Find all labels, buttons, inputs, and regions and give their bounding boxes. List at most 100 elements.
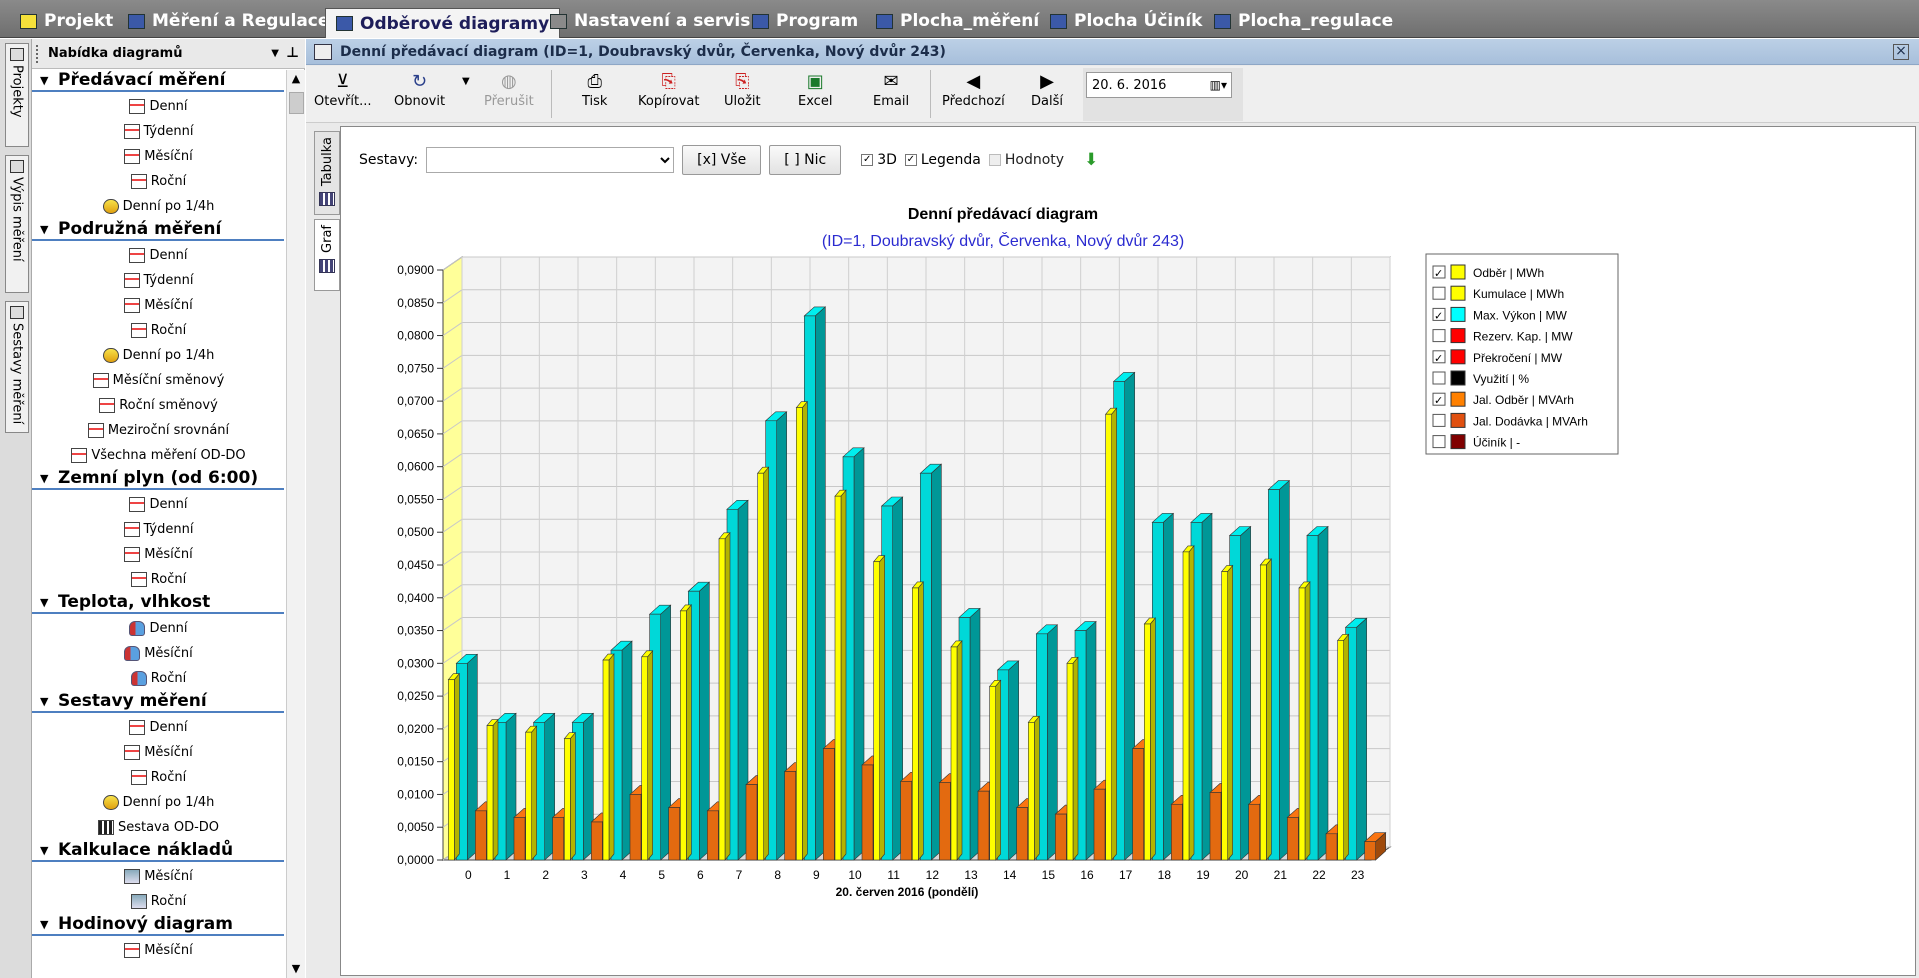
checkbox-values-box[interactable]	[988, 154, 1001, 166]
tree-item[interactable]: Roční	[32, 318, 285, 343]
collapse-icon[interactable]: ▼	[40, 223, 58, 236]
tree-item[interactable]: Roční	[32, 169, 285, 194]
tree-item[interactable]: Denní	[32, 94, 285, 119]
tree-item[interactable]: Měsíční	[32, 938, 285, 963]
tree-item[interactable]: Denní	[32, 492, 285, 517]
tree-group[interactable]: ▼ Hodinový diagram	[32, 914, 284, 936]
collapse-icon[interactable]: ▼	[40, 472, 58, 485]
copy-button[interactable]: ⎘ Kopírovat	[638, 70, 699, 109]
panel-scrollbar[interactable]: ▲ ▼	[286, 70, 305, 978]
tree-item[interactable]: Měsíční	[32, 144, 285, 169]
excel-button[interactable]: ▣ Excel	[798, 70, 832, 109]
scroll-down-icon[interactable]: ▼	[287, 960, 305, 978]
stop-button[interactable]: ◍ Přerušit	[484, 70, 534, 109]
select-all-button[interactable]: [x] Vše	[682, 145, 762, 175]
tree-group[interactable]: ▼ Podružná měření	[32, 219, 284, 241]
top-tab-6[interactable]: Plocha Účiník	[1040, 6, 1212, 36]
tree-group[interactable]: ▼ Sestavy měření	[32, 691, 284, 713]
tree-item[interactable]: Roční	[32, 889, 285, 914]
tab-sestavy-mereni[interactable]: Sestavy měření	[5, 301, 29, 433]
tab-vypis-mereni[interactable]: Výpis měření	[5, 155, 29, 293]
save-button[interactable]: ⎘ Uložit	[724, 70, 761, 109]
top-tab-1[interactable]: Měření a Regulace	[118, 6, 339, 36]
tab-projekty[interactable]: Projekty	[5, 43, 29, 147]
grip-icon[interactable]	[36, 44, 44, 63]
tree-item[interactable]: Roční směnový	[32, 393, 285, 418]
prev-button[interactable]: ◀ Předchozí	[942, 70, 1005, 109]
tree-item[interactable]: Meziroční srovnání	[32, 418, 285, 443]
close-icon[interactable]: ×	[1893, 43, 1909, 60]
top-tab-7[interactable]: Plocha_regulace	[1204, 6, 1403, 36]
tree-item[interactable]: Roční	[32, 765, 285, 790]
sestavy-select[interactable]	[426, 147, 675, 173]
collapse-icon[interactable]: ▼	[40, 596, 58, 609]
panel-dropdown-icon[interactable]: ▼	[271, 48, 279, 59]
top-tab-5[interactable]: Plocha_měření	[866, 6, 1049, 36]
tree-item[interactable]: Měsíční	[32, 293, 285, 318]
tree-item[interactable]: Sestava OD-DO	[32, 815, 285, 840]
tab-graf[interactable]: Graf	[314, 219, 340, 291]
tab-tabulka[interactable]: Tabulka	[314, 131, 340, 215]
tree-item[interactable]: Měsíční	[32, 542, 285, 567]
refresh-dropdown-icon[interactable]: ▼	[462, 76, 470, 87]
bar-0-12	[912, 587, 919, 861]
tree-item[interactable]: Měsíční	[32, 740, 285, 765]
collapse-icon[interactable]: ▼	[40, 844, 58, 857]
checkbox-3d-box[interactable]: ✓	[861, 154, 874, 166]
diagram-icon	[129, 248, 146, 263]
tree-item[interactable]: Týdenní	[32, 119, 285, 144]
select-none-button[interactable]: [ ] Nic	[769, 145, 842, 175]
calendar-dropdown-icon[interactable]: ▥▾	[1210, 78, 1227, 92]
scroll-up-icon[interactable]: ▲	[287, 70, 305, 88]
tree-item[interactable]: Měsíční	[32, 864, 285, 889]
top-tab-3[interactable]: Nastavení a servis	[540, 6, 760, 36]
down-arrow-icon[interactable]: ⬇	[1084, 150, 1098, 170]
tree-item[interactable]: Týdenní	[32, 268, 285, 293]
email-button[interactable]: ✉ Email	[873, 70, 909, 109]
tree-group[interactable]: ▼ Teplota, vlhkost	[32, 592, 284, 614]
tree-item[interactable]: Denní po 1/4h	[32, 790, 285, 815]
top-tab-2[interactable]: Odběrové diagramy	[325, 8, 561, 38]
y-tick-label: 0,0500	[397, 525, 434, 539]
tree-group[interactable]: ▼ Předávací měření	[32, 70, 284, 92]
print-button[interactable]: ⎙ Tisk	[582, 70, 607, 109]
tree-item[interactable]: Denní	[32, 243, 285, 268]
top-tab-0[interactable]: Projekt	[10, 6, 123, 36]
refresh-button[interactable]: ↻ Obnovit	[394, 70, 445, 109]
tree-item[interactable]: Roční	[32, 666, 285, 691]
checkbox-3d[interactable]: ✓ 3D	[861, 152, 897, 168]
open-button[interactable]: ⊻ Otevřít...	[314, 70, 371, 109]
legend-checkbox[interactable]	[1432, 329, 1446, 343]
legend-checkbox[interactable]	[1432, 286, 1446, 300]
diagram-tree: ▼ Předávací měření Denní Týdenní Měsíční Ročn…	[32, 70, 285, 978]
tree-item[interactable]: Denní po 1/4h	[32, 194, 285, 219]
legend-checkbox[interactable]	[1432, 435, 1446, 449]
date-picker[interactable]: 20. 6. 2016 ▥▾	[1086, 72, 1232, 98]
checkbox-legend[interactable]: ✓ Legenda	[904, 152, 981, 168]
tree-item[interactable]: Měsíční směnový	[32, 368, 285, 393]
scroll-thumb[interactable]	[289, 92, 304, 114]
next-button[interactable]: ▶ Další	[1031, 70, 1063, 109]
tree-group[interactable]: ▼ Zemní plyn (od 6:00)	[32, 468, 284, 490]
collapse-icon[interactable]: ▼	[40, 695, 58, 708]
collapse-icon[interactable]: ▼	[40, 918, 58, 931]
tree-item[interactable]: Všechna měření OD-DO	[32, 443, 285, 468]
x-tick-label: 23	[1351, 868, 1365, 882]
top-tab-4[interactable]: Program	[742, 6, 868, 36]
x-tick-label: 14	[1003, 868, 1017, 882]
collapse-icon[interactable]: ▼	[40, 74, 58, 87]
tree-item[interactable]: Měsíční	[32, 641, 285, 666]
diagram-icon	[129, 497, 146, 512]
tree-group[interactable]: ▼ Kalkulace nákladů	[32, 840, 284, 862]
tree-item-label: Měsíční	[144, 943, 193, 958]
pin-icon[interactable]: ⊥	[286, 45, 299, 61]
tree-item[interactable]: Denní po 1/4h	[32, 343, 285, 368]
legend-checkbox[interactable]	[1432, 371, 1446, 385]
legend-checkbox[interactable]	[1432, 413, 1446, 427]
checkbox-legend-box[interactable]: ✓	[904, 154, 917, 166]
tree-item[interactable]: Týdenní	[32, 517, 285, 542]
tree-item[interactable]: Denní	[32, 616, 285, 641]
tree-item[interactable]: Roční	[32, 567, 285, 592]
tree-item[interactable]: Denní	[32, 715, 285, 740]
checkbox-values[interactable]: Hodnoty	[988, 152, 1064, 168]
